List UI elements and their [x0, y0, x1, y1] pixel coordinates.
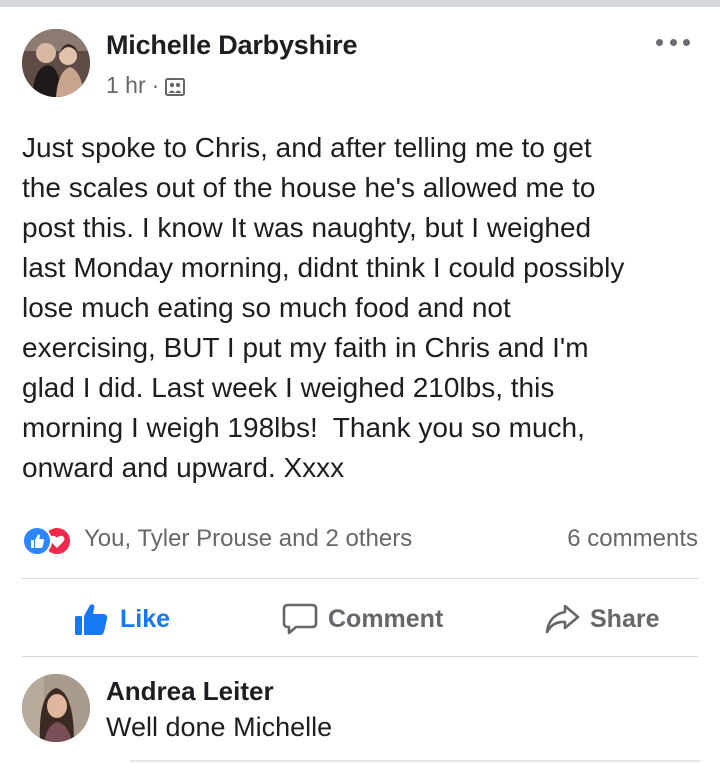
comment-bubble-icon [282, 603, 318, 635]
share-button[interactable]: Share [544, 590, 659, 648]
reactions-divider [22, 578, 698, 579]
comments-count[interactable]: 6 comments [567, 525, 698, 553]
commenter-avatar[interactable] [22, 674, 90, 742]
like-label: Like [120, 604, 171, 633]
thumbs-up-icon [75, 604, 108, 635]
comment-bubble-edge [130, 760, 700, 762]
reaction-icons[interactable] [22, 526, 78, 556]
post-action-bar: Like Comment Share [22, 590, 698, 648]
post-header: Michelle Darbyshire 1 hr · [22, 26, 702, 106]
commenter-name[interactable]: Andrea Leiter [106, 676, 274, 707]
more-dot [683, 38, 690, 46]
actions-divider [22, 656, 698, 657]
author-name[interactable]: Michelle Darbyshire [106, 30, 358, 61]
more-dot [669, 38, 677, 46]
comment-button[interactable]: Comment [282, 590, 443, 648]
more-dot [656, 38, 663, 46]
share-arrow-icon [545, 604, 580, 634]
comment-label: Comment [328, 604, 444, 633]
author-avatar[interactable] [22, 29, 90, 97]
comment-item: Andrea Leiter Well done Michelle [22, 672, 702, 752]
like-reaction-icon [22, 526, 52, 556]
friends-audience-icon[interactable] [165, 76, 186, 96]
post-text: Just spoke to Chris, and after telling m… [22, 132, 625, 483]
post-timestamp[interactable]: 1 hr [106, 72, 146, 99]
avatar-photo [22, 29, 90, 97]
more-options-icon[interactable] [656, 32, 690, 52]
reactions-bar: You, Tyler Prouse and 2 others 6 comment… [22, 522, 698, 558]
like-button[interactable]: Like [74, 590, 170, 648]
share-label: Share [590, 604, 660, 633]
post-meta: 1 hr · [106, 72, 186, 99]
top-separator [0, 0, 720, 7]
meta-separator: · [151, 72, 160, 98]
commenter-photo [22, 674, 90, 742]
comment-text: Well done Michelle [106, 712, 333, 742]
reactions-summary[interactable]: You, Tyler Prouse and 2 others [84, 525, 412, 553]
